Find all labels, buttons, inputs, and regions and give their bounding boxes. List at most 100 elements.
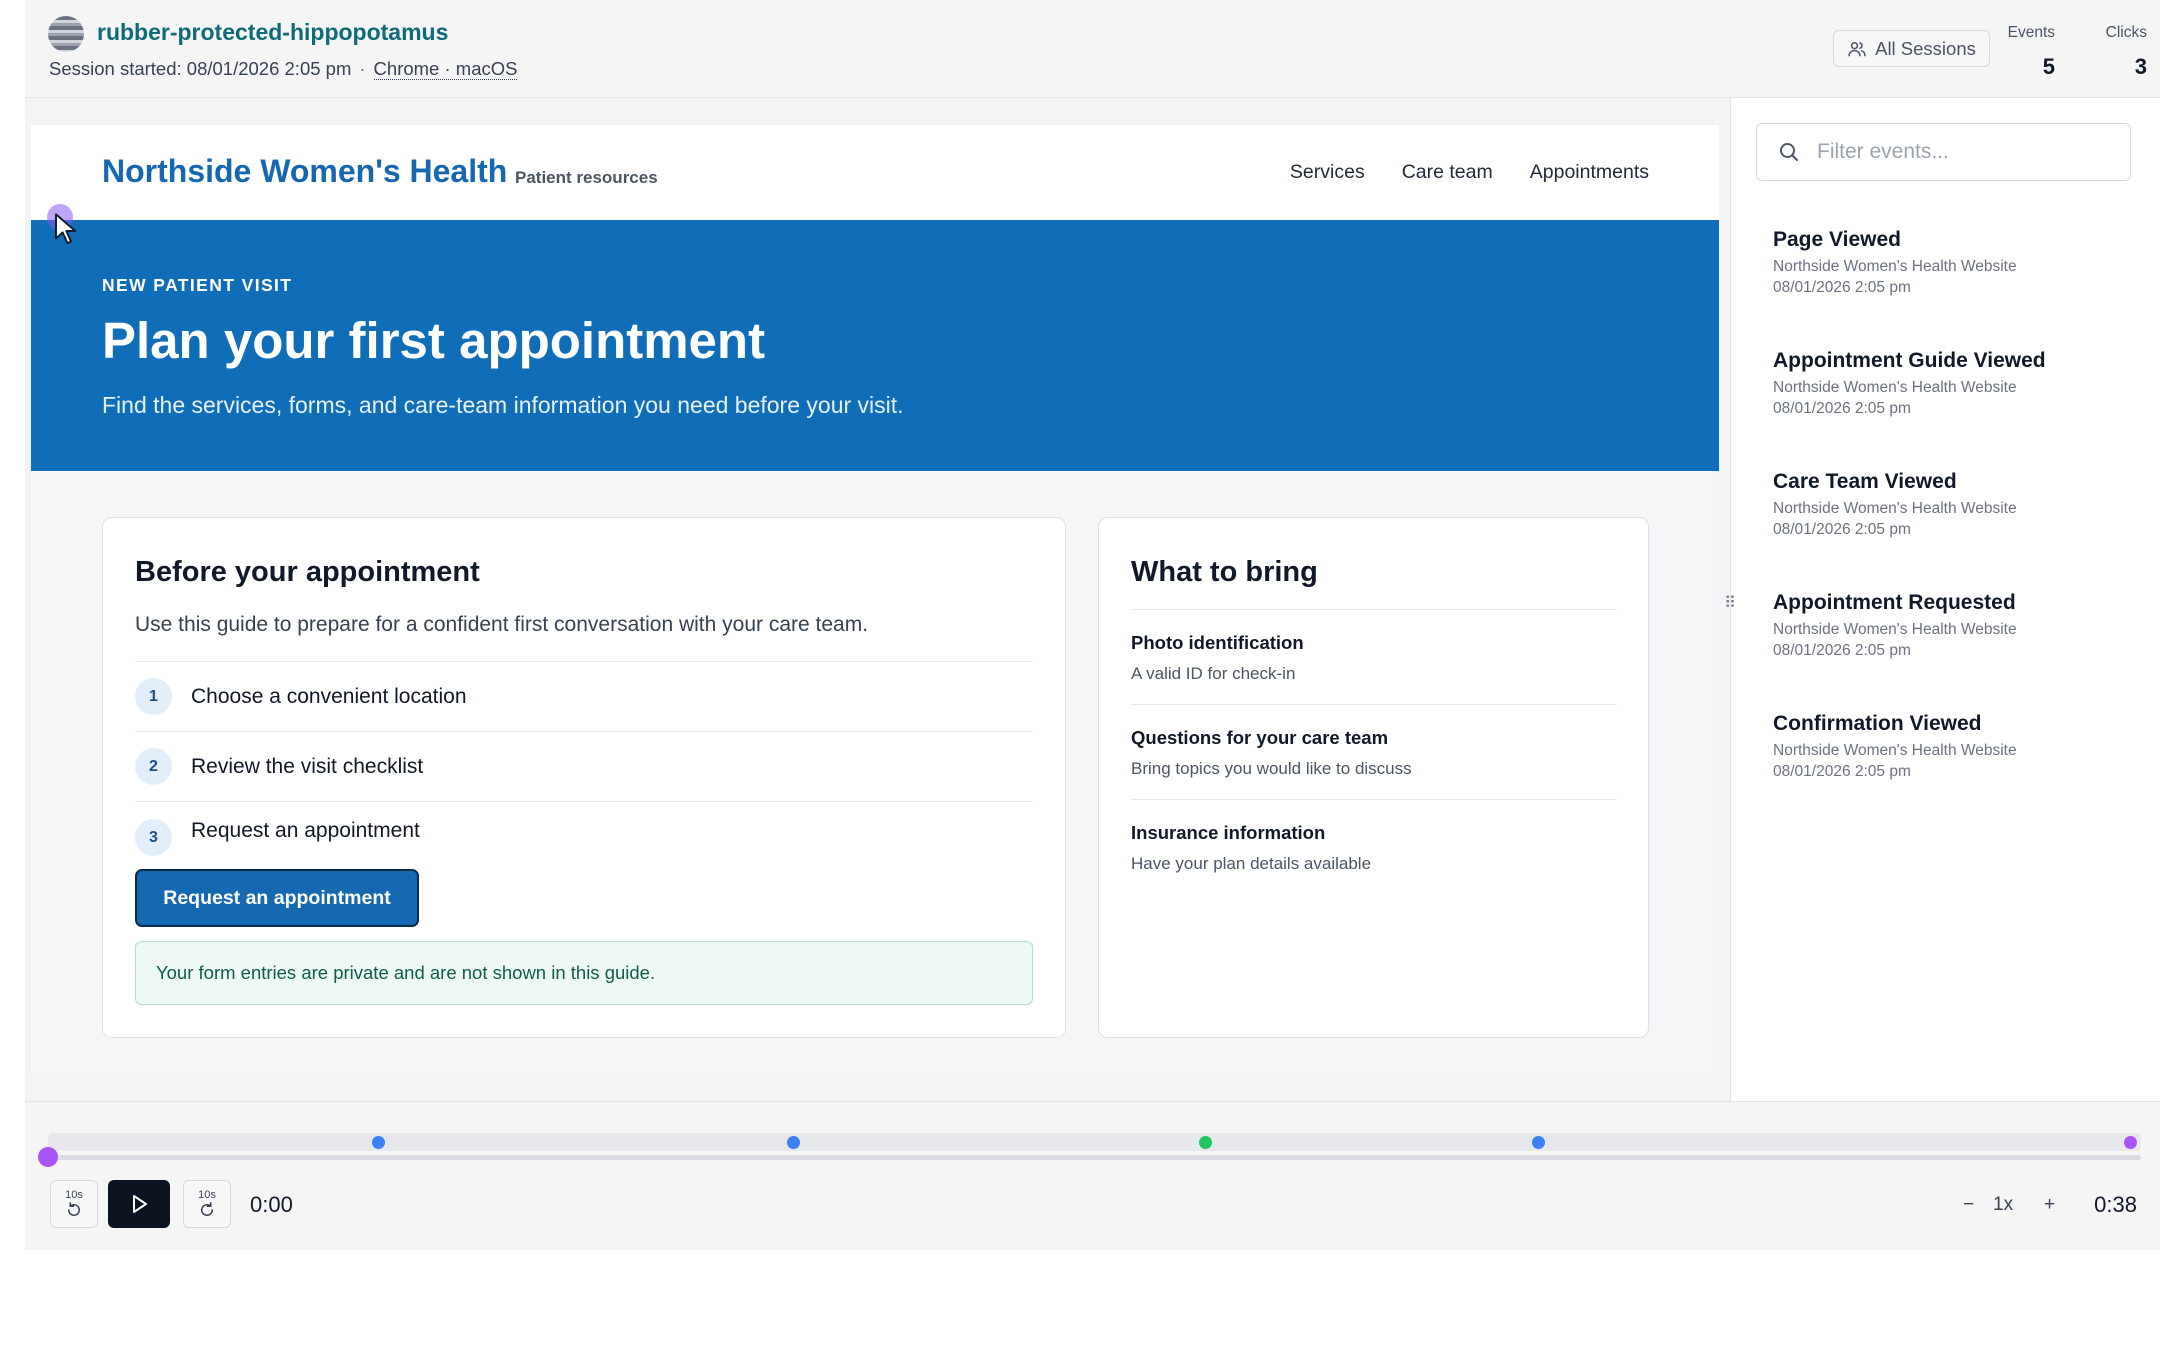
before-appointment-intro: Use this guide to prepare for a confiden…: [135, 613, 869, 636]
site-brand[interactable]: Northside Women's Health: [102, 153, 507, 190]
timeline-event-marker[interactable]: [1198, 1136, 1212, 1149]
event-name: Confirmation Viewed: [1773, 712, 1982, 735]
skip-forward-button[interactable]: 10s: [183, 1180, 231, 1228]
nav-link-appointments[interactable]: Appointments: [1530, 161, 1649, 184]
bring-item-desc: Have your plan details available: [1131, 854, 1372, 873]
step-text: Request an appointment: [191, 819, 420, 842]
speed-increase-button[interactable]: +: [2044, 1194, 2055, 1216]
request-appointment-button[interactable]: Request an appointment: [135, 869, 419, 927]
meta-separator: ·: [359, 58, 366, 79]
hero-eyebrow: NEW PATIENT VISIT: [102, 275, 293, 295]
clicks-stat-label: Clicks: [2105, 24, 2147, 41]
replayed-website: Northside Women's Health Patient resourc…: [31, 125, 1719, 1073]
events-sidebar: Page Viewed Northside Women's Health Web…: [1730, 98, 2160, 1101]
event-source: Northside Women's Health Website: [1773, 742, 2017, 759]
skip-back-label: 10s: [65, 1189, 83, 1201]
event-source: Northside Women's Health Website: [1773, 258, 2017, 275]
clicks-stat-value: 3: [2134, 54, 2147, 79]
timeline-progress[interactable]: [48, 1155, 2141, 1160]
browser-info[interactable]: Chrome · macOS: [373, 58, 518, 80]
total-duration: 0:38: [2094, 1192, 2137, 1217]
event-filter[interactable]: [1756, 123, 2131, 181]
bring-item: Insurance information Have your plan det…: [1131, 799, 1617, 874]
play-icon: [133, 1195, 147, 1213]
event-name: Appointment Requested: [1773, 591, 2016, 614]
bring-item-desc: Bring topics you would like to discuss: [1131, 759, 1412, 778]
cursor-icon: [55, 213, 77, 245]
current-time: 0:00: [250, 1192, 293, 1217]
event-name: Page Viewed: [1773, 228, 1902, 251]
hero-banner: NEW PATIENT VISIT Plan your first appoin…: [31, 220, 1719, 471]
event-filter-input[interactable]: [1817, 140, 2117, 164]
session-header: rubber-protected-hippopotamus Session st…: [25, 0, 2160, 98]
event-time: 08/01/2026 2:05 pm: [1773, 279, 1911, 296]
bring-item-title: Photo identification: [1131, 632, 1304, 653]
session-started: Session started: 08/01/2026 2:05 pm: [49, 58, 352, 79]
playback-speed[interactable]: 1x: [1993, 1194, 2013, 1216]
event-list: Page Viewed Northside Women's Health Web…: [1773, 228, 2133, 833]
bring-item: Questions for your care team Bring topic…: [1131, 704, 1617, 779]
site-header: Northside Women's Health Patient resourc…: [31, 125, 1719, 220]
bring-item-title: Questions for your care team: [1131, 727, 1389, 748]
replay-back-icon: [68, 1202, 80, 1216]
events-stat-value: 5: [2042, 54, 2055, 79]
what-to-bring-card: What to bring Photo identification A val…: [1098, 517, 1649, 1038]
timeline-event-marker[interactable]: [1531, 1136, 1545, 1149]
events-stat: Events 5: [2008, 24, 2055, 80]
all-sessions-button[interactable]: All Sessions: [1833, 30, 1990, 67]
speed-decrease-button[interactable]: −: [1963, 1194, 1974, 1216]
nav-link-services[interactable]: Services: [1290, 161, 1365, 184]
bring-item-title: Insurance information: [1131, 822, 1326, 843]
site-brand-subtitle: Patient resources: [515, 168, 658, 187]
user-group-icon: [1848, 41, 1866, 56]
privacy-notice: Your form entries are private and are no…: [135, 941, 1033, 1005]
play-button[interactable]: [108, 1180, 170, 1228]
hero-title: Plan your first appointment: [102, 312, 766, 369]
event-time: 08/01/2026 2:05 pm: [1773, 400, 1911, 417]
session-meta: Session started: 08/01/2026 2:05 pm · Chro…: [49, 58, 518, 80]
what-to-bring-title: What to bring: [1131, 556, 1318, 588]
clicks-stat: Clicks 3: [2106, 24, 2147, 80]
event-name: Appointment Guide Viewed: [1773, 349, 2046, 372]
all-sessions-label: All Sessions: [1875, 37, 1976, 59]
event-time: 08/01/2026 2:05 pm: [1773, 763, 1911, 780]
step-number: 1: [135, 678, 172, 715]
before-appointment-title: Before your appointment: [135, 556, 480, 588]
event-item[interactable]: Confirmation Viewed Northside Women's He…: [1773, 712, 2133, 833]
step-number: 3: [135, 819, 172, 856]
event-item[interactable]: Appointment Guide Viewed Northside Women…: [1773, 349, 2133, 470]
before-appointment-card: Before your appointment Use this guide t…: [102, 517, 1066, 1038]
event-item[interactable]: Page Viewed Northside Women's Health Web…: [1773, 228, 2133, 349]
replay-viewport: Northside Women's Health Patient resourc…: [25, 98, 1730, 1101]
session-name[interactable]: rubber-protected-hippopotamus: [97, 19, 448, 46]
site-nav-links: Services Care team Appointments: [1290, 161, 1649, 184]
nav-link-care-team[interactable]: Care team: [1402, 161, 1493, 184]
replay-player: 10s 10s 0:00 − 1x + 0:38: [25, 1101, 2160, 1250]
session-avatar: [48, 16, 84, 52]
step-item: 1 Choose a convenient location: [135, 661, 1033, 731]
event-item[interactable]: Care Team Viewed Northside Women's Healt…: [1773, 470, 2133, 591]
event-source: Northside Women's Health Website: [1773, 379, 2017, 396]
step-text: Review the visit checklist: [191, 754, 424, 778]
event-source: Northside Women's Health Website: [1773, 500, 2017, 517]
step-number: 2: [135, 748, 172, 785]
step-item: 2 Review the visit checklist: [135, 731, 1033, 801]
search-icon: [1780, 143, 1798, 161]
step-text: Choose a convenient location: [191, 684, 467, 708]
replay-forward-icon: [201, 1202, 213, 1216]
timeline-playhead[interactable]: [38, 1147, 58, 1167]
hero-subtitle: Find the services, forms, and care-team …: [102, 392, 904, 418]
timeline-event-marker[interactable]: [786, 1136, 800, 1149]
event-name: Care Team Viewed: [1773, 470, 1957, 493]
skip-back-button[interactable]: 10s: [50, 1180, 98, 1228]
event-source: Northside Women's Health Website: [1773, 621, 2017, 638]
events-stat-label: Events: [2007, 24, 2055, 41]
timeline-event-marker[interactable]: [2124, 1136, 2137, 1149]
event-time: 08/01/2026 2:05 pm: [1773, 642, 1911, 659]
drag-handle-icon[interactable]: ⠿: [1723, 593, 1737, 615]
timeline-track[interactable]: [48, 1133, 2141, 1151]
bring-item-desc: A valid ID for check-in: [1131, 664, 1296, 683]
bring-item: Photo identification A valid ID for chec…: [1131, 609, 1617, 684]
event-item[interactable]: Appointment Requested Northside Women's …: [1773, 591, 2133, 712]
step-item: 3 Request an appointment: [135, 801, 1033, 859]
